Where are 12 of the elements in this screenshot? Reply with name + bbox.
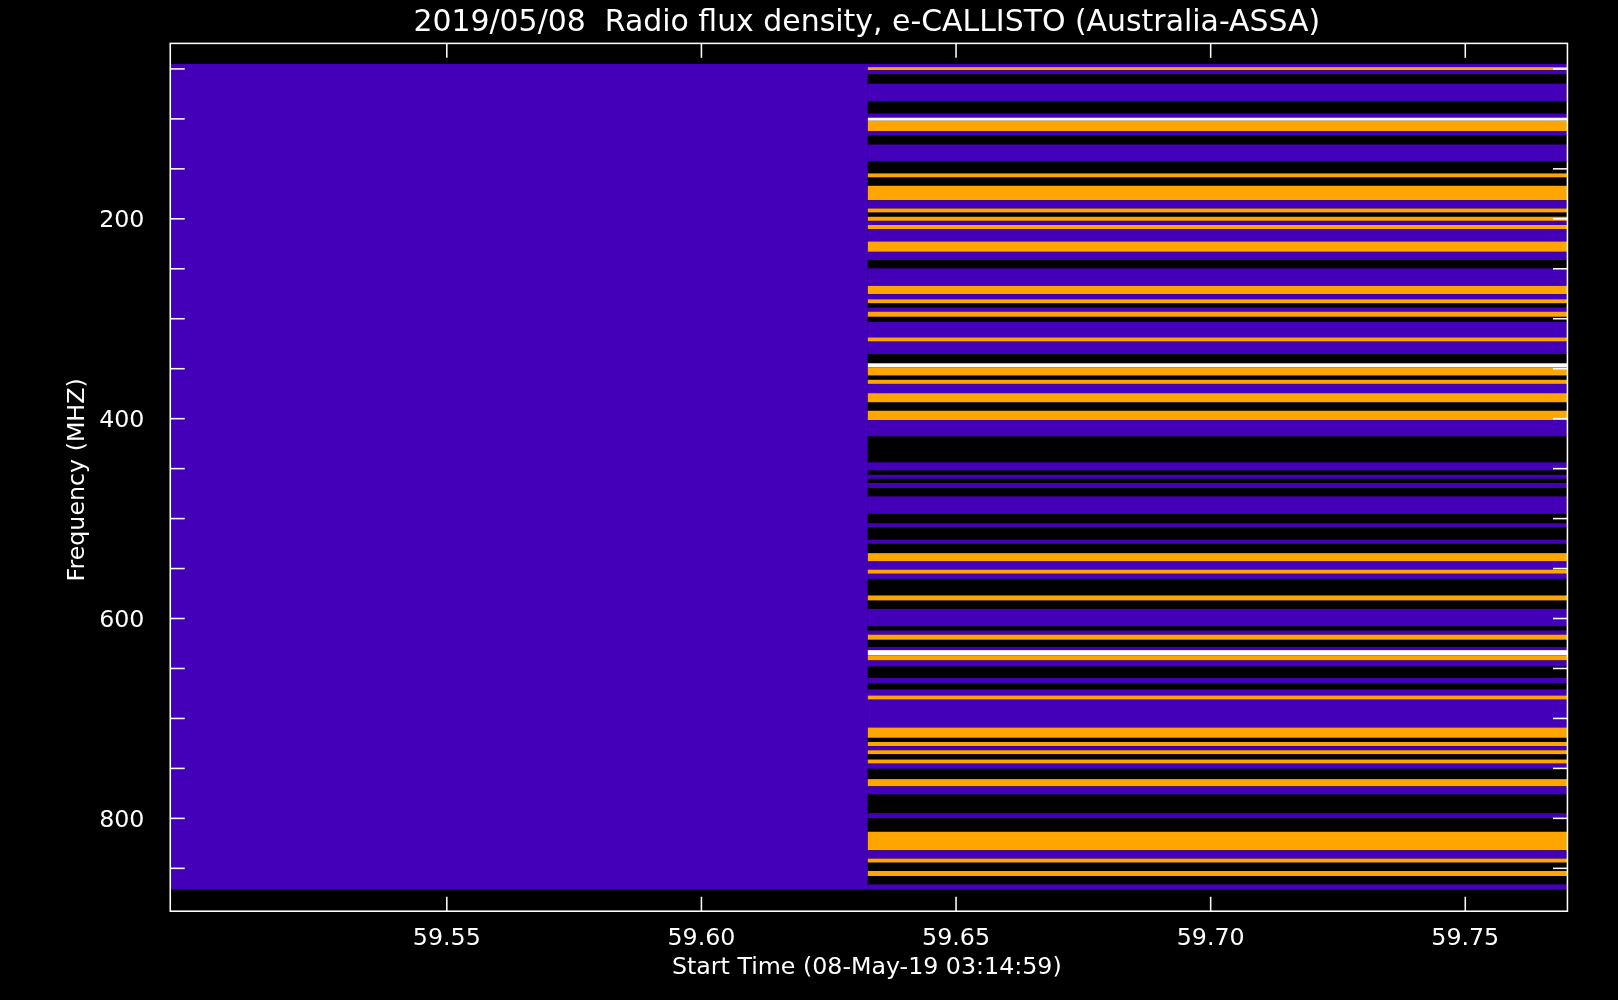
x-tick-label: 59.65 xyxy=(922,923,990,952)
x-tick-label: 59.55 xyxy=(412,923,481,952)
y-axis-label: Frequency (MHZ) xyxy=(61,378,90,582)
x-tick-label: 59.60 xyxy=(667,923,736,952)
x-tick-label: 59.75 xyxy=(1431,923,1500,952)
y-tick-label: 600 xyxy=(99,604,145,633)
x-axis-label: Start Time (08-May-19 03:14:59) xyxy=(671,952,1062,981)
y-tick-label: 400 xyxy=(99,404,145,433)
x-tick-label: 59.70 xyxy=(1176,923,1245,952)
y-tick-label: 800 xyxy=(99,804,145,833)
chart-title: 2019/05/08 Radio flux density, e-CALLISTO (Australia-ASSA) xyxy=(413,3,1321,38)
y-tick-label: 200 xyxy=(99,205,145,234)
